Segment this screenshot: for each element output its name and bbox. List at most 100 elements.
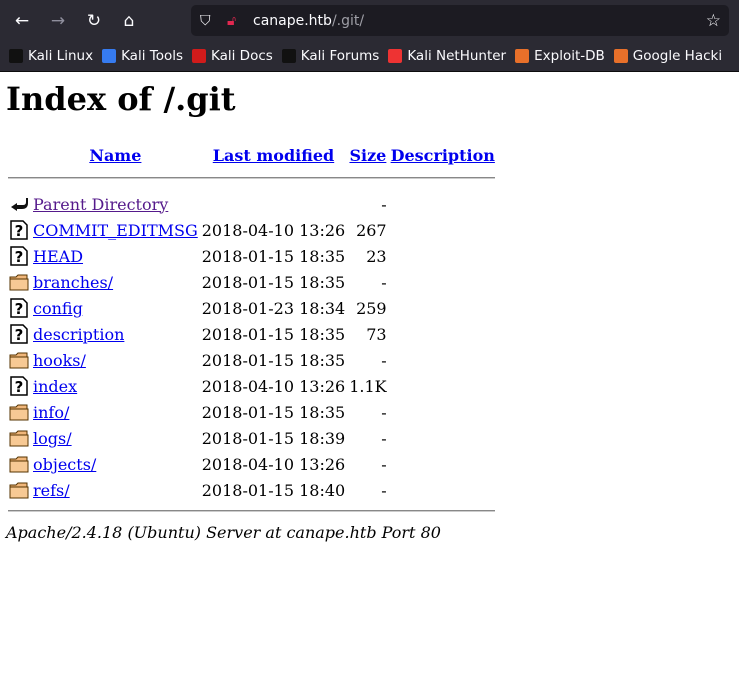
bookmark-favicon-icon [515,49,530,63]
sort-modified-link[interactable]: Last modified [213,146,334,165]
bookmark-favicon-icon [388,49,403,63]
url-path: /.git/ [331,12,365,29]
table-row: logs/ 2018-01-15 18:39 - [8,426,496,450]
unknown-file-icon: ? [8,322,30,346]
size-cell: 1.1K [349,376,387,396]
entry-link[interactable]: logs/ [33,429,72,448]
table-row: ? config 2018-01-23 18:34 259 [8,296,496,320]
folder-icon [8,426,30,450]
svg-text:?: ? [15,378,24,396]
bookmark-item[interactable]: Kali NetHunter [388,48,506,64]
entry-link[interactable]: HEAD [33,247,83,266]
entry-link[interactable]: objects/ [33,455,96,474]
bookmark-item[interactable]: Google Hacki [613,48,723,64]
bookmark-label: Kali Forums [300,48,380,64]
url-text: canape.htb/.git/ [253,13,364,29]
icon-header [8,142,30,168]
size-cell: - [381,272,387,292]
modified-cell: 2018-01-15 18:35 [201,350,346,370]
table-row: objects/ 2018-04-10 13:26 - [8,452,496,476]
server-signature: Apache/2.4.18 (Ubuntu) Server at canape.… [6,523,441,542]
modified-cell: 2018-04-10 13:26 [201,454,346,474]
table-row: ? COMMIT_EDITMSG 2018-04-10 13:26 267 [8,218,496,242]
sort-description-link[interactable]: Description [391,146,495,165]
entry-link[interactable]: COMMIT_EDITMSG [33,221,198,240]
modified-cell: 2018-04-10 13:26 [201,220,346,240]
bookmark-favicon-icon [102,49,117,63]
entry-link[interactable]: description [33,325,124,344]
bookmark-item[interactable]: Kali Docs [192,48,273,64]
bookmark-label: Google Hacki [632,48,723,64]
name-cell: config [32,296,199,320]
reload-button[interactable]: ↻ [79,0,109,41]
description-cell [390,270,496,294]
url-bar[interactable]: ⛉ 🔓︎ canape.htb/.git/ ☆ [191,5,729,36]
modified-cell [201,192,346,216]
description-cell [390,192,496,216]
description-cell [390,296,496,320]
size-cell: 267 [356,220,387,240]
modified-cell: 2018-01-15 18:39 [201,428,346,448]
bookmark-label: Kali NetHunter [407,48,507,64]
column-description[interactable]: Description [390,142,496,168]
home-button[interactable]: ⌂ [114,0,144,41]
table-row: branches/ 2018-01-15 18:35 - [8,270,496,294]
name-cell: refs/ [32,478,199,502]
size-cell: 23 [366,246,387,266]
description-cell [390,374,496,398]
column-name[interactable]: Name [32,142,199,168]
column-size[interactable]: Size [348,142,387,168]
bookmark-item[interactable]: Kali Forums [281,48,380,64]
entry-link[interactable]: refs/ [33,481,70,500]
bookmark-item[interactable]: Exploit-DB [515,48,605,64]
entry-link[interactable]: config [33,299,83,318]
name-cell: objects/ [32,452,199,476]
bookmark-star-icon[interactable]: ☆ [706,11,721,31]
description-cell [390,218,496,242]
divider [8,177,495,179]
column-last-modified[interactable]: Last modified [201,142,346,168]
table-row: ? HEAD 2018-01-15 18:35 23 [8,244,496,268]
bookmark-item[interactable]: Kali Tools [102,48,183,64]
back-button[interactable]: ← [7,0,37,41]
bookmark-favicon-icon [281,49,296,63]
page-title: Index of /.git [6,80,236,118]
svg-text:?: ? [15,326,24,344]
table-row: info/ 2018-01-15 18:35 - [8,400,496,424]
bookmark-label: Exploit-DB [534,48,605,64]
description-cell [390,478,496,502]
name-cell: description [32,322,199,346]
modified-cell: 2018-01-15 18:35 [201,402,346,422]
entry-link[interactable]: hooks/ [33,351,86,370]
modified-cell: 2018-01-23 18:34 [201,298,346,318]
unknown-file-icon: ? [8,296,30,320]
size-cell: - [381,480,387,500]
entry-link[interactable]: Parent Directory [33,195,168,214]
bookmark-item[interactable]: Kali Linux [9,48,93,64]
description-cell [390,426,496,450]
description-cell [390,400,496,424]
entry-link[interactable]: index [33,377,77,396]
name-cell: info/ [32,400,199,424]
shield-icon[interactable]: ⛉ [200,13,211,29]
forward-button[interactable]: → [43,0,73,41]
divider [8,510,495,512]
insecure-lock-icon[interactable]: 🔓︎ [227,13,236,29]
bookmark-favicon-icon [192,49,206,63]
entry-link[interactable]: info/ [33,403,69,422]
browser-toolbar: ← → ↻ ⌂ ⛉ 🔓︎ canape.htb/.git/ ☆ [0,0,739,41]
folder-icon [8,478,30,502]
size-cell: 73 [366,324,387,344]
bookmark-label: Kali Linux [28,48,94,64]
sort-size-link[interactable]: Size [349,146,386,165]
modified-cell: 2018-01-15 18:35 [201,272,346,292]
name-cell: COMMIT_EDITMSG [32,218,199,242]
svg-text:?: ? [15,300,24,318]
entry-link[interactable]: branches/ [33,273,113,292]
description-cell [390,452,496,476]
table-row: refs/ 2018-01-15 18:40 - [8,478,496,502]
sort-name-link[interactable]: Name [89,146,141,165]
description-cell [390,322,496,346]
bookmark-favicon-icon [9,49,23,63]
svg-text:?: ? [15,248,24,266]
